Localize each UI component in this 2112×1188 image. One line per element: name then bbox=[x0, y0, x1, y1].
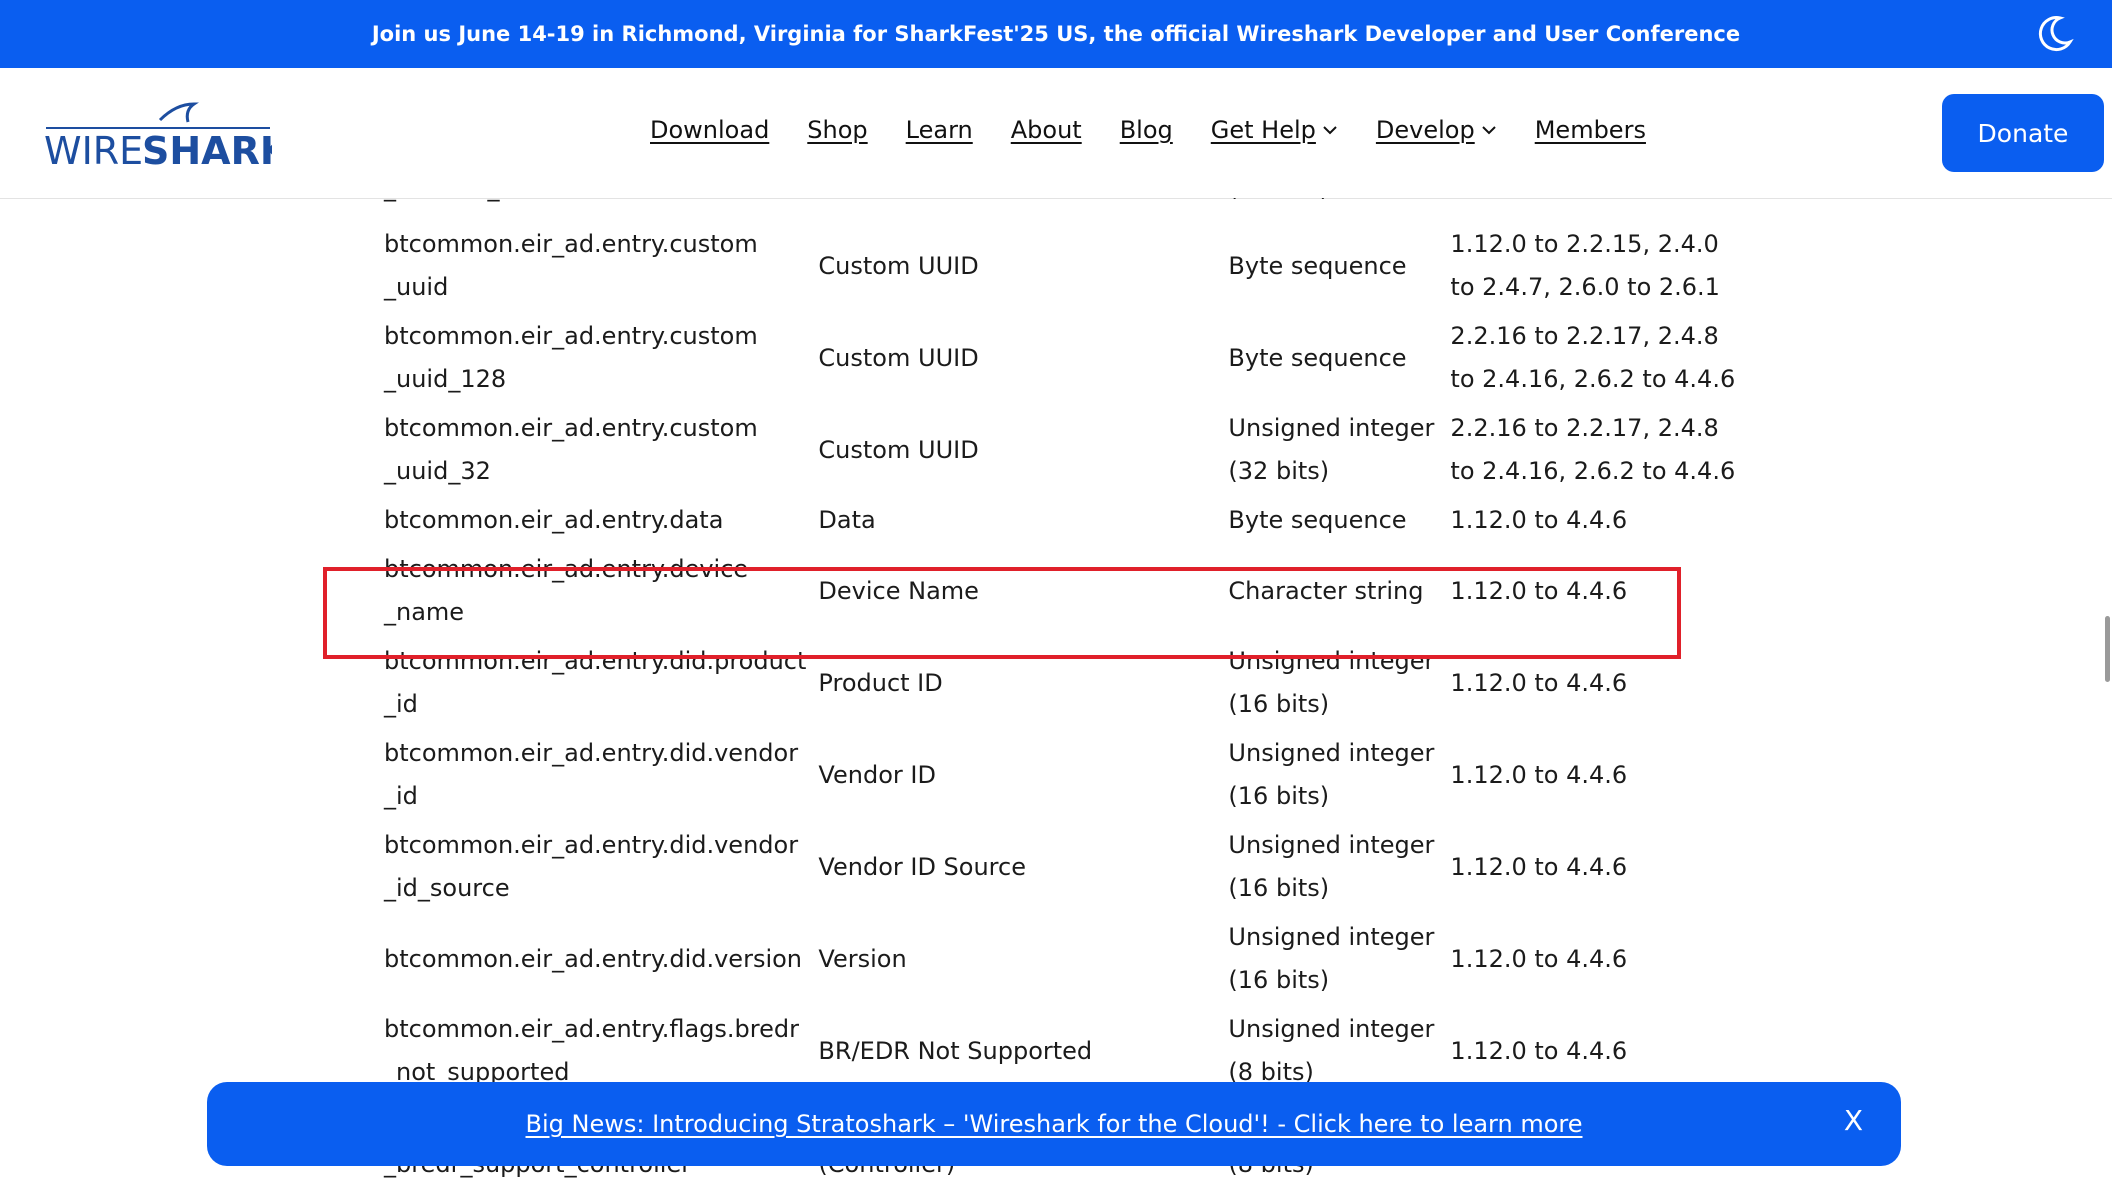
field-name-cell: btcommon.eir_ad.entry.did.version bbox=[384, 944, 803, 973]
type-cell: Unsigned integer (16 bits) bbox=[1228, 923, 1435, 994]
announcement-bar: Join us June 14-19 in Richmond, Virginia… bbox=[0, 0, 2112, 68]
table-row: btcommon.eir_ad.entry.custom _uuid_128 Cu… bbox=[372, 312, 1740, 404]
type-cell: Byte sequence bbox=[1228, 506, 1407, 534]
versions-cell: 1.12.0 to 4.4.6 bbox=[1450, 760, 1628, 789]
table-row: btcommon.eir_ad.entry.device _name Device… bbox=[372, 545, 1740, 637]
field-name-cell: btcommon.eir_ad.entry.custom _uuid_128 bbox=[384, 322, 758, 393]
logo-text-wire: WIRE bbox=[44, 129, 143, 173]
field-name-cell: btcommon.eir_ad.entry.did.product _id bbox=[384, 647, 807, 718]
stratoshark-banner: Big News: Introducing Stratoshark – 'Wir… bbox=[207, 1082, 1901, 1166]
field-name-cell: btcommon.eir_ad.entry.custom _uuid_32 bbox=[384, 414, 758, 485]
field-name-cell: btcommon.eir_ad.entry.device _name bbox=[384, 555, 749, 626]
fields-table: _interval_minConnection Interval Min(16 … bbox=[372, 198, 1740, 1188]
description-cell: Custom UUID bbox=[818, 343, 979, 372]
chevron-down-icon bbox=[1482, 126, 1496, 135]
description-cell: Custom UUID bbox=[818, 435, 979, 464]
versions-cell: 1.12.0 to 4.4.6 bbox=[1450, 944, 1628, 973]
type-cell: Unsigned integer (16 bits) bbox=[1228, 647, 1435, 718]
description-cell: Product ID bbox=[818, 668, 943, 697]
close-banner-button[interactable]: X bbox=[1844, 1104, 1863, 1137]
type-cell: Unsigned integer (16 bits) bbox=[1228, 831, 1435, 902]
table-row: btcommon.eir_ad.entry.data Data Byte seque… bbox=[372, 496, 1740, 545]
description-cell: Device Name bbox=[818, 576, 979, 605]
dark-mode-moon-icon[interactable] bbox=[2034, 14, 2074, 54]
nav-get-help[interactable]: Get Help bbox=[1211, 116, 1338, 144]
nav-about[interactable]: About bbox=[1011, 116, 1082, 144]
description-cell: Connection Interval Min bbox=[806, 198, 1216, 220]
versions-cell: 1.12.0 to 2.2.15, 2.4.0 to 2.4.7, 2.6.0 … bbox=[1450, 230, 1720, 301]
versions-cell: 1.12.0 to 4.4.6 bbox=[1450, 852, 1628, 881]
logo-text-shark: SHARK bbox=[142, 129, 272, 173]
donate-button[interactable]: Donate bbox=[1942, 94, 2104, 172]
field-name-cell: btcommon.eir_ad.entry.data bbox=[384, 506, 724, 534]
field-name-cell: btcommon.eir_ad.entry.did.vendor _id_sou… bbox=[384, 831, 799, 902]
nav-learn[interactable]: Learn bbox=[906, 116, 973, 144]
type-cell: Unsigned integer (16 bits) bbox=[1228, 739, 1435, 810]
versions-cell: 1.12.0 to 4.4.6 bbox=[1450, 506, 1628, 534]
description-cell: Version bbox=[818, 944, 907, 973]
field-name-cell: btcommon.eir_ad.entry.custom _uuid bbox=[384, 230, 758, 301]
table-row: btcommon.eir_ad.entry.custom _uuid Custom… bbox=[372, 220, 1740, 312]
scrollbar-thumb[interactable] bbox=[2105, 616, 2110, 682]
announcement-text[interactable]: Join us June 14-19 in Richmond, Virginia… bbox=[372, 22, 1740, 46]
wireshark-logo[interactable]: WIRE SHARK bbox=[42, 94, 272, 174]
table-row: btcommon.eir_ad.entry.custom _uuid_32 Cus… bbox=[372, 404, 1740, 496]
nav-download[interactable]: Download bbox=[650, 116, 769, 144]
description-cell: Vendor ID bbox=[818, 760, 936, 789]
description-cell: Vendor ID Source bbox=[818, 852, 1026, 881]
versions-cell: 1.12.0 to 4.4.6 bbox=[1450, 668, 1628, 697]
versions-cell: 1.12.0 to 4.4.6 bbox=[1450, 576, 1628, 605]
type-cell: Character string bbox=[1228, 576, 1424, 605]
nav-shop[interactable]: Shop bbox=[807, 116, 867, 144]
site-header: WIRE SHARK Download Shop Learn About Blo… bbox=[0, 68, 2112, 199]
versions-cell: 2.2.16 to 2.2.17, 2.4.8 to 2.4.16, 2.6.2… bbox=[1450, 414, 1736, 485]
stratoshark-banner-link[interactable]: Big News: Introducing Stratoshark – 'Wir… bbox=[526, 1110, 1583, 1138]
nav-blog[interactable]: Blog bbox=[1120, 116, 1173, 144]
description-cell: Data bbox=[818, 506, 876, 534]
table-row: _interval_minConnection Interval Min(16 … bbox=[372, 198, 1740, 220]
type-cell: (16 bits) bbox=[1216, 198, 1438, 220]
nav-develop[interactable]: Develop bbox=[1376, 116, 1497, 144]
description-cell: Custom UUID bbox=[818, 251, 979, 280]
field-name-cell: _interval_min bbox=[372, 198, 806, 220]
table-row: btcommon.eir_ad.entry.did.vendor _id_sou… bbox=[372, 821, 1740, 913]
type-cell: Byte sequence bbox=[1228, 343, 1407, 372]
main-nav: Download Shop Learn About Blog Get Help … bbox=[650, 116, 1646, 144]
table-row: btcommon.eir_ad.entry.did.version Version… bbox=[372, 913, 1740, 1005]
nav-members[interactable]: Members bbox=[1535, 116, 1646, 144]
page-scrollbar[interactable] bbox=[2102, 198, 2112, 1188]
type-cell: Unsigned integer (32 bits) bbox=[1228, 414, 1435, 485]
versions-cell: 1.12.0 to 4.4.6 bbox=[1438, 198, 1740, 220]
versions-cell: 2.2.16 to 2.2.17, 2.4.8 to 2.4.16, 2.6.2… bbox=[1450, 322, 1736, 393]
table-row: btcommon.eir_ad.entry.did.vendor _id Vend… bbox=[372, 729, 1740, 821]
field-name-cell: btcommon.eir_ad.entry.did.vendor _id bbox=[384, 739, 799, 810]
type-cell: Byte sequence bbox=[1228, 251, 1407, 280]
chevron-down-icon bbox=[1323, 126, 1337, 135]
table-row: btcommon.eir_ad.entry.did.product _id Pro… bbox=[372, 637, 1740, 729]
fields-table-container: _interval_minConnection Interval Min(16 … bbox=[0, 198, 2112, 1188]
